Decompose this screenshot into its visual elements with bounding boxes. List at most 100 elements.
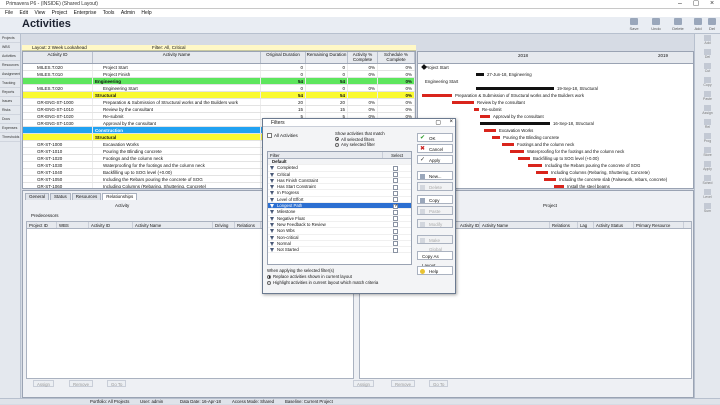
gantt-summary-bar[interactable] xyxy=(480,122,550,125)
delete-button[interactable]: Delete xyxy=(417,182,453,191)
toolbar-save-button[interactable]: Save xyxy=(624,18,644,33)
copy-as-layout-button[interactable]: Copy As Layout xyxy=(417,251,453,268)
filter-select-checkbox[interactable] xyxy=(393,209,399,215)
menu-admin[interactable]: Admin xyxy=(121,9,135,17)
filter-col-name[interactable]: Filter xyxy=(268,152,384,158)
succ-assign-button[interactable]: Assign xyxy=(353,380,374,387)
nav-assignments[interactable]: Assignments xyxy=(0,70,20,79)
pred-col-driving[interactable]: Driving xyxy=(213,222,235,228)
gantt-summary-bar[interactable] xyxy=(476,87,554,90)
col-remaining-duration[interactable]: Remaining Duration xyxy=(306,52,348,63)
toolbar-del-button[interactable]: Del xyxy=(702,18,720,33)
pred-goto-button[interactable]: Go To xyxy=(107,380,127,387)
nav-reports[interactable]: Reports xyxy=(0,88,20,97)
new-button[interactable]: New... xyxy=(417,171,453,180)
gantt-activity-bar[interactable] xyxy=(502,143,514,146)
filter-select-checkbox[interactable] xyxy=(393,241,399,247)
option-highlight-activities[interactable]: Highlight activities in current layout w… xyxy=(267,280,378,286)
filter-select-checkbox[interactable] xyxy=(393,203,398,209)
col-activity-complete[interactable]: Activity % Complete xyxy=(348,52,378,63)
filter-select-checkbox[interactable] xyxy=(393,228,399,234)
table-row[interactable]: MILES.T.020 Engineering Start 0 0 0% 0% xyxy=(23,85,415,92)
succ-remove-button[interactable]: Remove xyxy=(391,380,416,387)
succ-col-activity-name[interactable]: Activity Name xyxy=(480,222,550,228)
succ-col-lag[interactable]: Lag xyxy=(578,222,594,228)
filter-col-select[interactable]: Select xyxy=(383,152,411,158)
modify-button[interactable]: Modify xyxy=(417,219,453,228)
pred-col-activity-id[interactable]: Activity ID xyxy=(89,222,133,228)
gantt-activity-bar[interactable] xyxy=(474,108,479,111)
gantt-activity-bar[interactable] xyxy=(528,164,542,167)
gantt-activity-bar[interactable] xyxy=(554,185,564,188)
col-original-duration[interactable]: Original Duration xyxy=(261,52,306,63)
menu-view[interactable]: View xyxy=(34,9,45,17)
cmd-cut[interactable]: Cut xyxy=(695,62,720,76)
filter-select-checkbox[interactable] xyxy=(393,190,399,196)
gantt-activity-bar[interactable] xyxy=(422,94,452,97)
ok-button[interactable]: ✔ OK xyxy=(417,133,453,142)
cmd-copy[interactable]: Copy xyxy=(695,76,720,90)
col-activity-id[interactable]: Activity ID xyxy=(23,52,93,63)
paste-button[interactable]: Paste xyxy=(417,206,453,215)
filter-select-checkbox[interactable] xyxy=(393,172,399,178)
filter-select-checkbox[interactable] xyxy=(393,222,399,228)
all-activities-option[interactable]: All Activities xyxy=(267,133,298,139)
gantt-activity-bar[interactable] xyxy=(536,171,548,174)
pred-assign-button[interactable]: Assign xyxy=(33,380,54,387)
nav-thresholds[interactable]: Thresholds xyxy=(0,133,20,142)
filter-item[interactable]: Not Started xyxy=(268,247,411,254)
cmd-level[interactable]: Level xyxy=(695,188,720,202)
gantt-activity-bar[interactable] xyxy=(492,136,500,139)
nav-activities[interactable]: Activities xyxy=(0,52,20,61)
cmd-prog[interactable]: Prog xyxy=(695,132,720,146)
cmd-add[interactable]: Add xyxy=(695,34,720,48)
table-row[interactable]: GR-ENG-ST-1010 Review by the consultant 15… xyxy=(23,106,415,113)
gantt-summary-bar[interactable] xyxy=(476,73,484,76)
tab-status[interactable]: Status xyxy=(50,193,71,200)
pred-remove-button[interactable]: Remove xyxy=(69,380,94,387)
gantt-activity-bar[interactable] xyxy=(484,129,496,132)
nav-risks[interactable]: Risks xyxy=(0,106,20,115)
succ-goto-button[interactable]: Go To xyxy=(429,380,449,387)
col-schedule-complete[interactable]: Schedule % Complete xyxy=(378,52,415,63)
copy-button[interactable]: Copy xyxy=(417,195,453,204)
filter-select-checkbox[interactable] xyxy=(393,184,399,190)
maximize-button[interactable]: ▢ xyxy=(688,0,704,9)
gantt-activity-bar[interactable] xyxy=(480,115,490,118)
tab-relationships[interactable]: Relationships xyxy=(102,193,138,200)
table-row[interactable]: Structural 54 54 0% xyxy=(23,92,415,99)
close-window-button[interactable]: × xyxy=(704,0,720,9)
nav-tracking[interactable]: Tracking xyxy=(0,79,20,88)
cancel-button[interactable]: ✖ Cancel xyxy=(417,144,453,153)
dialog-maximize-icon[interactable]: ▢ xyxy=(435,119,441,127)
nav-issues[interactable]: Issues xyxy=(0,97,20,106)
toolbar-delete-button[interactable]: Delete xyxy=(668,18,688,33)
table-row[interactable]: GR-ENG-ST-1000 Preparation & Submission o… xyxy=(23,99,415,106)
nav-wbs[interactable]: WBS xyxy=(0,43,20,52)
menu-help[interactable]: Help xyxy=(141,9,151,17)
cmd-paste[interactable]: Paste xyxy=(695,90,720,104)
cmd-store[interactable]: Store xyxy=(695,146,720,160)
menu-tools[interactable]: Tools xyxy=(103,9,115,17)
table-row[interactable]: MILES.T.020 Project Start 0 0 0% 0% xyxy=(23,64,415,71)
option-any-selected[interactable]: Any selected filter xyxy=(335,142,385,148)
filter-select-checkbox[interactable] xyxy=(393,216,399,222)
nav-projects[interactable]: Projects xyxy=(0,34,20,43)
filter-select-checkbox[interactable] xyxy=(393,178,399,184)
help-button[interactable]: Help xyxy=(417,266,453,275)
tab-general[interactable]: General xyxy=(25,193,50,200)
menu-enterprise[interactable]: Enterprise xyxy=(74,9,97,17)
cmd-del[interactable]: Del xyxy=(695,48,720,62)
toolbar-undo-button[interactable]: Undo xyxy=(646,18,666,33)
filter-select-checkbox[interactable] xyxy=(393,197,399,203)
col-activity-name[interactable]: Activity Name xyxy=(93,52,261,63)
gantt-activity-bar[interactable] xyxy=(452,101,474,104)
menu-edit[interactable]: Edit xyxy=(19,9,28,17)
table-row[interactable]: Engineering 54 54 0% xyxy=(23,78,415,85)
pred-col-activity-name[interactable]: Activity Name xyxy=(133,222,213,228)
menu-project[interactable]: Project xyxy=(52,9,68,17)
succ-col-relations[interactable]: Relations xyxy=(550,222,578,228)
cmd-sched[interactable]: Sched xyxy=(695,174,720,188)
pred-col-wbs[interactable]: WBS xyxy=(57,222,89,228)
succ-col-activity-status[interactable]: Activity Status xyxy=(594,222,634,228)
